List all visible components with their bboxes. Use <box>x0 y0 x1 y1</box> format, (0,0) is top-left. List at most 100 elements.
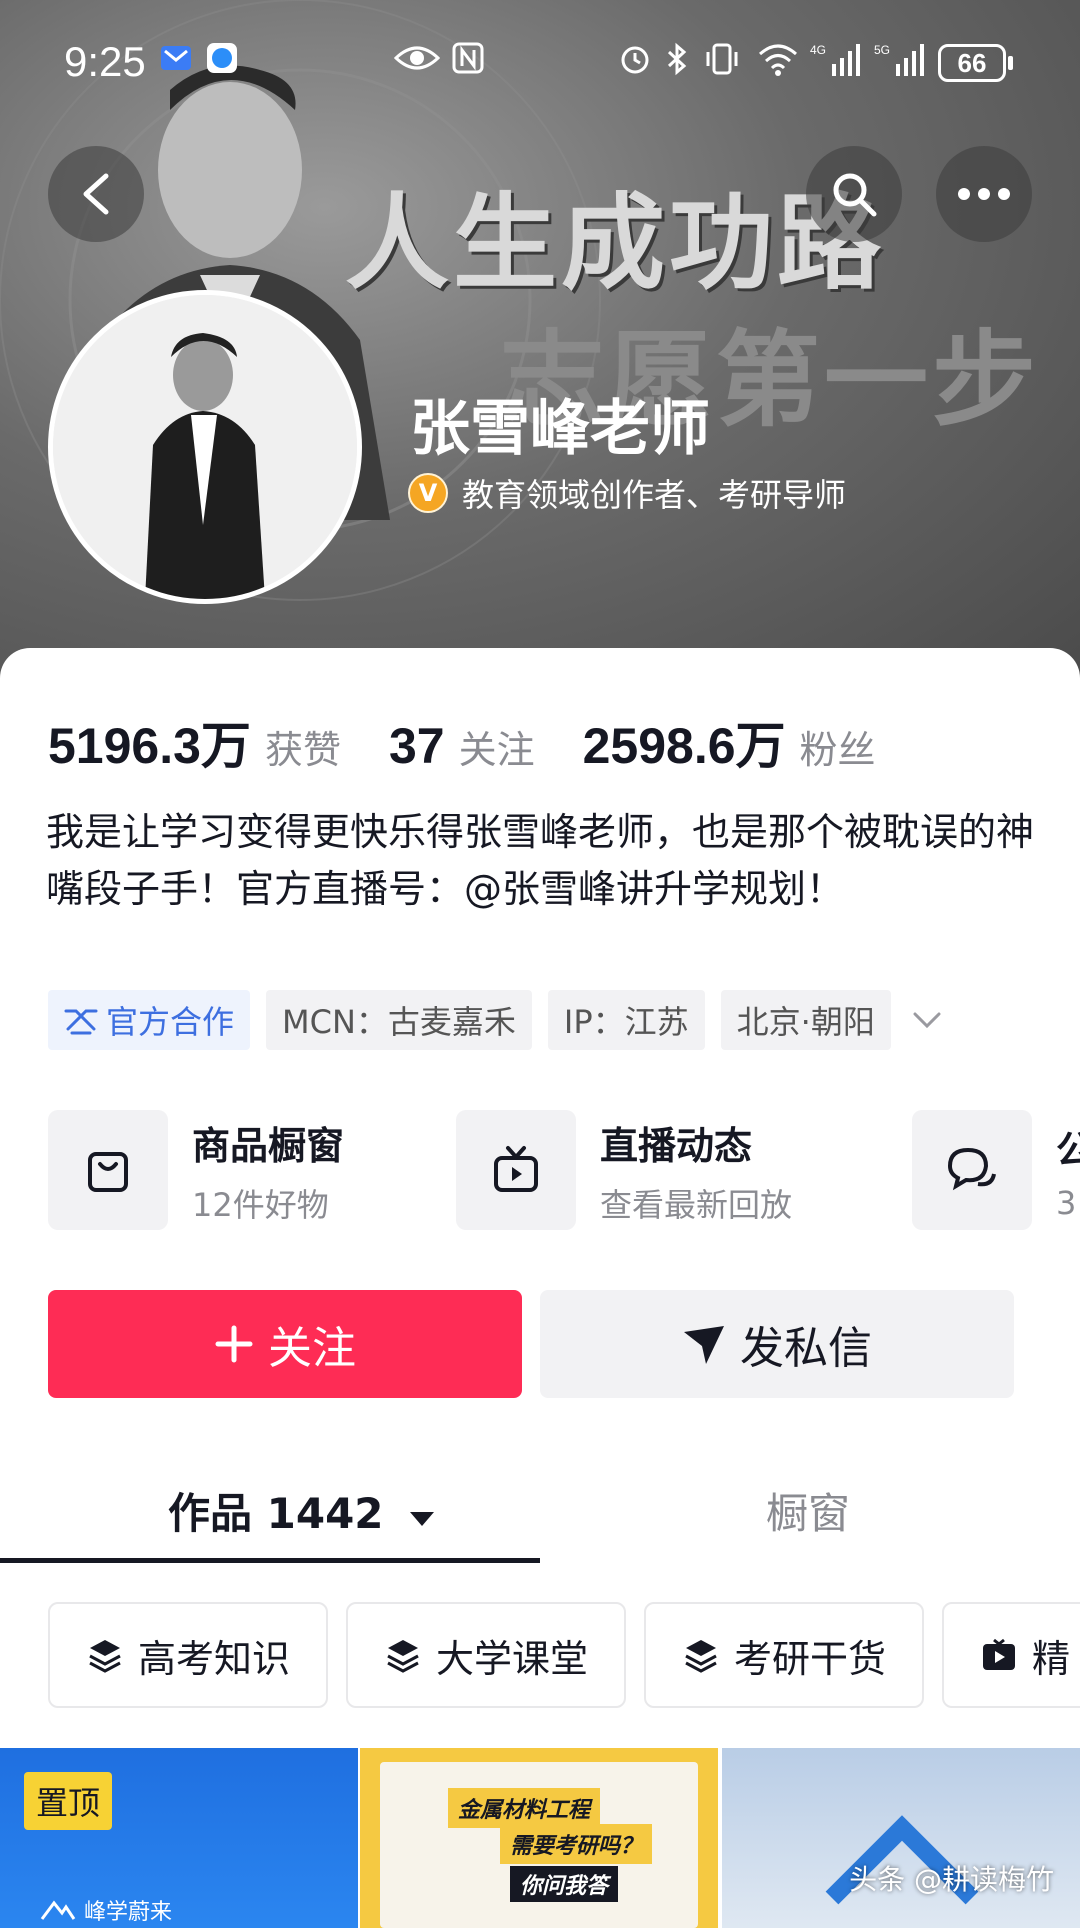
tag-label: 北京·朝阳 <box>736 1003 875 1041</box>
thumbnail-subtitle: 需要考研吗？ <box>500 1824 653 1864</box>
layers-icon <box>685 1640 717 1673</box>
status-time: 9:25 <box>64 38 146 85</box>
verification-row: V 教育领域创作者、考研导师 <box>408 470 846 516</box>
eye-icon <box>393 42 441 78</box>
thumbnail-graphic <box>825 1815 979 1905</box>
handshake-icon <box>64 1009 98 1035</box>
search-icon <box>833 173 877 217</box>
tag-label: IP：江苏 <box>563 1003 689 1041</box>
collection-label: 考研干货 <box>733 1636 886 1681</box>
chevron-down-icon[interactable] <box>907 1008 947 1032</box>
message-button[interactable]: 发私信 <box>540 1290 1014 1398</box>
profile-header: 人生成功路 志愿第一步 9:25 4G 5G 66 张雪峰老师 V 教育领域创作… <box>0 0 1080 690</box>
service-shop-window[interactable]: 商品橱窗 12件好物 <box>48 1110 344 1230</box>
brand-logo-icon <box>40 1900 76 1920</box>
tag-row: 官方合作 MCN：古麦嘉禾 IP：江苏 北京·朝阳 <box>48 990 947 1050</box>
stats-row: 5196.3万 获赞 37 关注 2598.6万 粉丝 <box>48 706 876 778</box>
more-button[interactable] <box>936 146 1032 242</box>
service-group[interactable]: 公 3 <box>912 1110 1080 1230</box>
alarm-icon <box>618 42 652 80</box>
stat-likes[interactable]: 5196.3万 获赞 <box>48 706 341 778</box>
brand-text: 峰学蔚来 <box>84 1900 173 1925</box>
caret-down-icon <box>410 1512 435 1526</box>
service-subtitle: 12件好物 <box>192 1185 329 1224</box>
content-tabs: 作品 1442 橱窗 <box>0 1468 1080 1564</box>
stat-followers[interactable]: 2598.6万 粉丝 <box>583 706 876 778</box>
svg-text:5G: 5G <box>874 43 890 57</box>
thumbnail-tag: 你问我答 <box>510 1866 619 1902</box>
avatar[interactable] <box>48 290 362 604</box>
thumbnail-brand: 峰学蔚来 <box>40 1894 172 1926</box>
stat-label: 获赞 <box>264 728 341 772</box>
banner-title: 人生成功路 <box>345 182 886 304</box>
verified-badge-icon: V <box>408 473 448 513</box>
vibrate-icon <box>702 42 742 80</box>
tab-works-label: 作品 1442 <box>168 1489 384 1538</box>
collection-chip[interactable]: 高考知识 <box>48 1602 328 1708</box>
video-icon <box>983 1638 1015 1670</box>
service-subtitle: 3 <box>1056 1183 1077 1222</box>
stat-label: 关注 <box>458 728 535 772</box>
layers-icon <box>89 1640 121 1673</box>
collection-label: 高考知识 <box>137 1636 290 1681</box>
verification-text: 教育领域创作者、考研导师 <box>462 476 847 514</box>
send-icon <box>684 1326 724 1364</box>
thumbnail-title: 金属材料工程 <box>448 1788 601 1828</box>
tab-shop-label: 橱窗 <box>766 1489 851 1538</box>
collection-chip[interactable]: 大学课堂 <box>346 1602 626 1708</box>
stat-value: 2598.6万 <box>582 718 786 774</box>
app-notification-icon <box>206 42 238 78</box>
avatar-image <box>53 295 357 599</box>
battery-indicator: 66 <box>938 44 1013 82</box>
signal-4g-icon: 4G <box>810 42 860 82</box>
collection-chip[interactable]: 考研干货 <box>644 1602 924 1708</box>
mail-notification-icon <box>160 42 192 78</box>
watermark: 头条 @耕读梅竹 <box>849 1863 1054 1896</box>
profile-card: 5196.3万 获赞 37 关注 2598.6万 粉丝 我是让学习变得更快乐得张… <box>0 648 1080 1928</box>
tag-official-cooperation[interactable]: 官方合作 <box>48 990 251 1050</box>
svg-text:4G: 4G <box>810 43 826 57</box>
wifi-icon <box>756 42 800 80</box>
plus-icon <box>215 1325 253 1363</box>
collection-chips: 高考知识 大学课堂 考研干货 精 <box>48 1602 1080 1712</box>
shopping-bag-icon <box>88 1152 128 1192</box>
service-title: 商品橱窗 <box>192 1123 345 1168</box>
tag-ip[interactable]: IP：江苏 <box>547 990 705 1050</box>
chat-icon <box>947 1147 996 1191</box>
chevron-left-icon <box>83 173 109 215</box>
tag-label: 官方合作 <box>106 1003 235 1041</box>
follow-label: 关注 <box>268 1323 356 1374</box>
services-row: 商品橱窗 12件好物 直播动态 查看最新回放 公 3 <box>48 1110 1080 1232</box>
stat-value: 5196.3万 <box>48 718 251 774</box>
back-button[interactable] <box>48 146 144 242</box>
tab-works[interactable]: 作品 1442 <box>168 1480 436 1541</box>
service-title: 公 <box>1056 1127 1080 1172</box>
tag-mcn[interactable]: MCN：古麦嘉禾 <box>266 990 532 1050</box>
tag-label: MCN：古麦嘉禾 <box>282 1003 516 1041</box>
active-tab-indicator <box>0 1558 540 1563</box>
service-subtitle: 查看最新回放 <box>600 1185 793 1224</box>
collection-label: 精 <box>1032 1636 1071 1681</box>
signal-5g-icon: 5G <box>874 42 928 82</box>
collection-chip[interactable]: 精 <box>942 1602 1080 1708</box>
nfc-icon <box>452 42 484 78</box>
video-thumbnail[interactable]: 置顶 峰学蔚来 <box>0 1748 358 1928</box>
stat-following[interactable]: 37 关注 <box>389 717 535 775</box>
profile-bio[interactable]: 我是让学习变得更快乐得张雪峰老师，也是那个被耽误的神嘴段子手！官方直播号：@张雪… <box>46 804 1036 918</box>
stat-label: 粉丝 <box>799 728 876 772</box>
tv-icon <box>494 1146 538 1192</box>
search-button[interactable] <box>806 146 902 242</box>
profile-name: 张雪峰老师 <box>410 394 710 464</box>
service-live[interactable]: 直播动态 查看最新回放 <box>456 1110 792 1230</box>
follow-button[interactable]: 关注 <box>48 1290 522 1398</box>
message-label: 发私信 <box>740 1323 872 1374</box>
tab-shop[interactable]: 橱窗 <box>766 1480 850 1541</box>
tag-location[interactable]: 北京·朝阳 <box>720 990 891 1050</box>
bluetooth-icon <box>664 42 690 80</box>
collection-label: 大学课堂 <box>435 1636 588 1681</box>
service-title: 直播动态 <box>600 1123 753 1168</box>
video-thumbnail[interactable]: 金属材料工程 需要考研吗？ 你问我答 <box>360 1748 718 1928</box>
stat-value: 37 <box>388 718 445 774</box>
more-dots-icon <box>958 188 1010 200</box>
video-thumbnail[interactable] <box>722 1748 1080 1928</box>
